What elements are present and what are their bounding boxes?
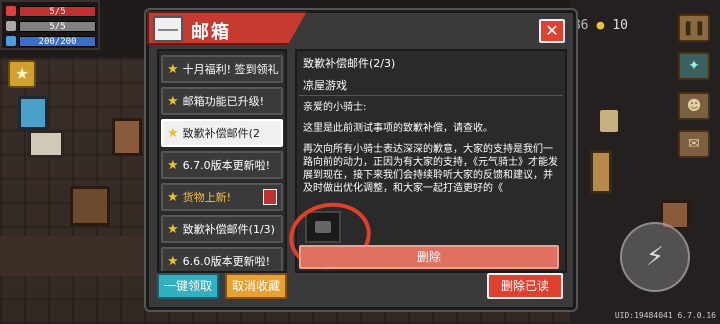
plant-sprite (70, 186, 110, 226)
mail-item-label: 致歉补偿邮件(2 (182, 127, 260, 140)
training-dummy-sprite (112, 118, 142, 156)
delete-read-button[interactable]: 删除已读 (487, 273, 563, 299)
divider (299, 95, 563, 96)
skill-button[interactable]: ⚡ (620, 222, 690, 292)
pause-button[interactable]: ❚❚ (678, 14, 710, 42)
mail-icon (153, 16, 183, 42)
heart-icon (6, 6, 16, 16)
delete-button[interactable]: 删除 (299, 245, 559, 269)
mail-item[interactable]: ★ 6.6.0版本更新啦! (161, 247, 283, 271)
mail-list[interactable]: ★ 十月福利! 签到领礼 ★ 邮箱功能已升级! ★ 致歉补偿邮件(2 ★ 6.7… (157, 49, 287, 273)
cabinet-prop (18, 96, 48, 130)
coin-count: 10 (612, 18, 628, 33)
mail-paragraph: 这里是此前测试事项的致歉补偿，请查收。 (303, 123, 493, 134)
mail-item-label: 致歉补偿邮件(1/3) (182, 223, 275, 236)
player-stats-panel: 5/5 5/5 200/200 (0, 0, 100, 50)
close-button[interactable]: ✕ (539, 19, 565, 43)
armor-bar: 5/5 (6, 20, 96, 32)
mail-item-selected[interactable]: ★ 致歉补偿邮件(2 (161, 119, 283, 147)
coin-icon: ● (596, 18, 605, 33)
hp-bar: 5/5 (6, 5, 96, 17)
energy-icon (6, 36, 16, 46)
star-icon: ★ (167, 189, 179, 205)
mail-item-label: 十月福利! 签到领礼 (182, 63, 279, 76)
hp-value: 5/5 (49, 6, 66, 17)
star-icon: ★ (167, 61, 179, 77)
armor-value: 5/5 (49, 21, 66, 32)
mail-item[interactable]: ★ 邮箱功能已升级! (161, 87, 283, 115)
mail-item[interactable]: ★ 致歉补偿邮件(1/3) (161, 215, 283, 243)
mail-sender: 凉屋游戏 (303, 79, 347, 92)
mail-item[interactable]: ★ 十月福利! 签到领礼 (161, 55, 283, 83)
character-button[interactable]: ☻ (678, 92, 710, 120)
weapon-rack-prop (590, 150, 612, 194)
shield-icon (6, 21, 16, 31)
uid-label: UID:19484041 6.7.0.16 (614, 311, 716, 320)
mailbox-title: 邮箱 (191, 22, 231, 43)
mail-item[interactable]: ★ 6.7.0版本更新啦! (161, 151, 283, 179)
star-icon: ★ (167, 157, 179, 173)
star-icon[interactable]: ★ (8, 60, 36, 88)
counter-prop (0, 236, 150, 276)
star-icon: ★ (167, 253, 179, 269)
mail-paragraph: 再次向所有小骑士表达深深的歉意，大家的支持是我们一路向前的动力，正因为有大家的支… (303, 144, 558, 194)
energy-bar: 200/200 (6, 35, 96, 47)
mail-greeting: 亲爱的小骑士: (303, 102, 367, 113)
mail-item[interactable]: ★ 货物上新! (161, 183, 283, 211)
mailbox-dialog: 邮箱 ✕ ★ 十月福利! 签到领礼 ★ 邮箱功能已升级! ★ 致歉补偿邮件(2 … (146, 10, 576, 310)
map-button[interactable]: ✦ (678, 52, 710, 80)
energy-value: 200/200 (38, 36, 77, 47)
star-icon: ★ (167, 93, 179, 109)
chat-button[interactable]: ✉ (678, 130, 710, 158)
star-icon: ★ (167, 221, 179, 237)
npc-sprite (28, 130, 64, 158)
claim-all-button[interactable]: 一键领取 (157, 273, 219, 299)
mailbox-title-banner: 邮箱 (147, 11, 307, 45)
unfavorite-button[interactable]: 取消收藏 (225, 273, 287, 299)
mail-body: 亲爱的小骑士: 这里是此前测试事项的致歉补偿，请查收。 再次向所有小骑士表达深深… (303, 101, 561, 203)
mail-item-label: 邮箱功能已升级! (182, 95, 265, 108)
gift-icon (263, 189, 277, 205)
mail-item-label: 货物上新! (182, 191, 232, 204)
lamp-prop (600, 110, 618, 132)
mail-item-label: 6.7.0版本更新啦! (182, 159, 271, 172)
star-icon: ★ (167, 125, 179, 141)
mail-item-label: 6.6.0版本更新啦! (182, 255, 271, 268)
mail-title: 致歉补偿邮件(2/3) (303, 57, 396, 70)
